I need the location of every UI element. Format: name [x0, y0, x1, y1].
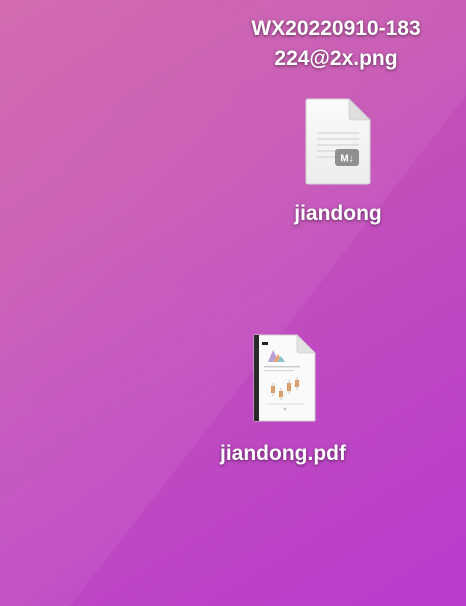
file-label-png[interactable]: WX20220910-183 224@2x.png: [196, 14, 466, 74]
markdown-document-icon[interactable]: M↓: [305, 97, 371, 185]
desktop[interactable]: WX20220910-183 224@2x.png M↓ jiandong ji…: [0, 0, 466, 606]
wallpaper-light-band: [0, 0, 466, 606]
pdf-document-thumbnail-icon[interactable]: [253, 334, 316, 422]
file-label-markdown[interactable]: jiandong: [256, 201, 420, 227]
markdown-badge: M↓: [340, 154, 353, 165]
file-label-pdf[interactable]: jiandong.pdf: [183, 441, 383, 467]
file-label-png-line2: 224@2x.png: [274, 47, 398, 70]
file-label-png-line1: WX20220910-183: [251, 17, 421, 40]
